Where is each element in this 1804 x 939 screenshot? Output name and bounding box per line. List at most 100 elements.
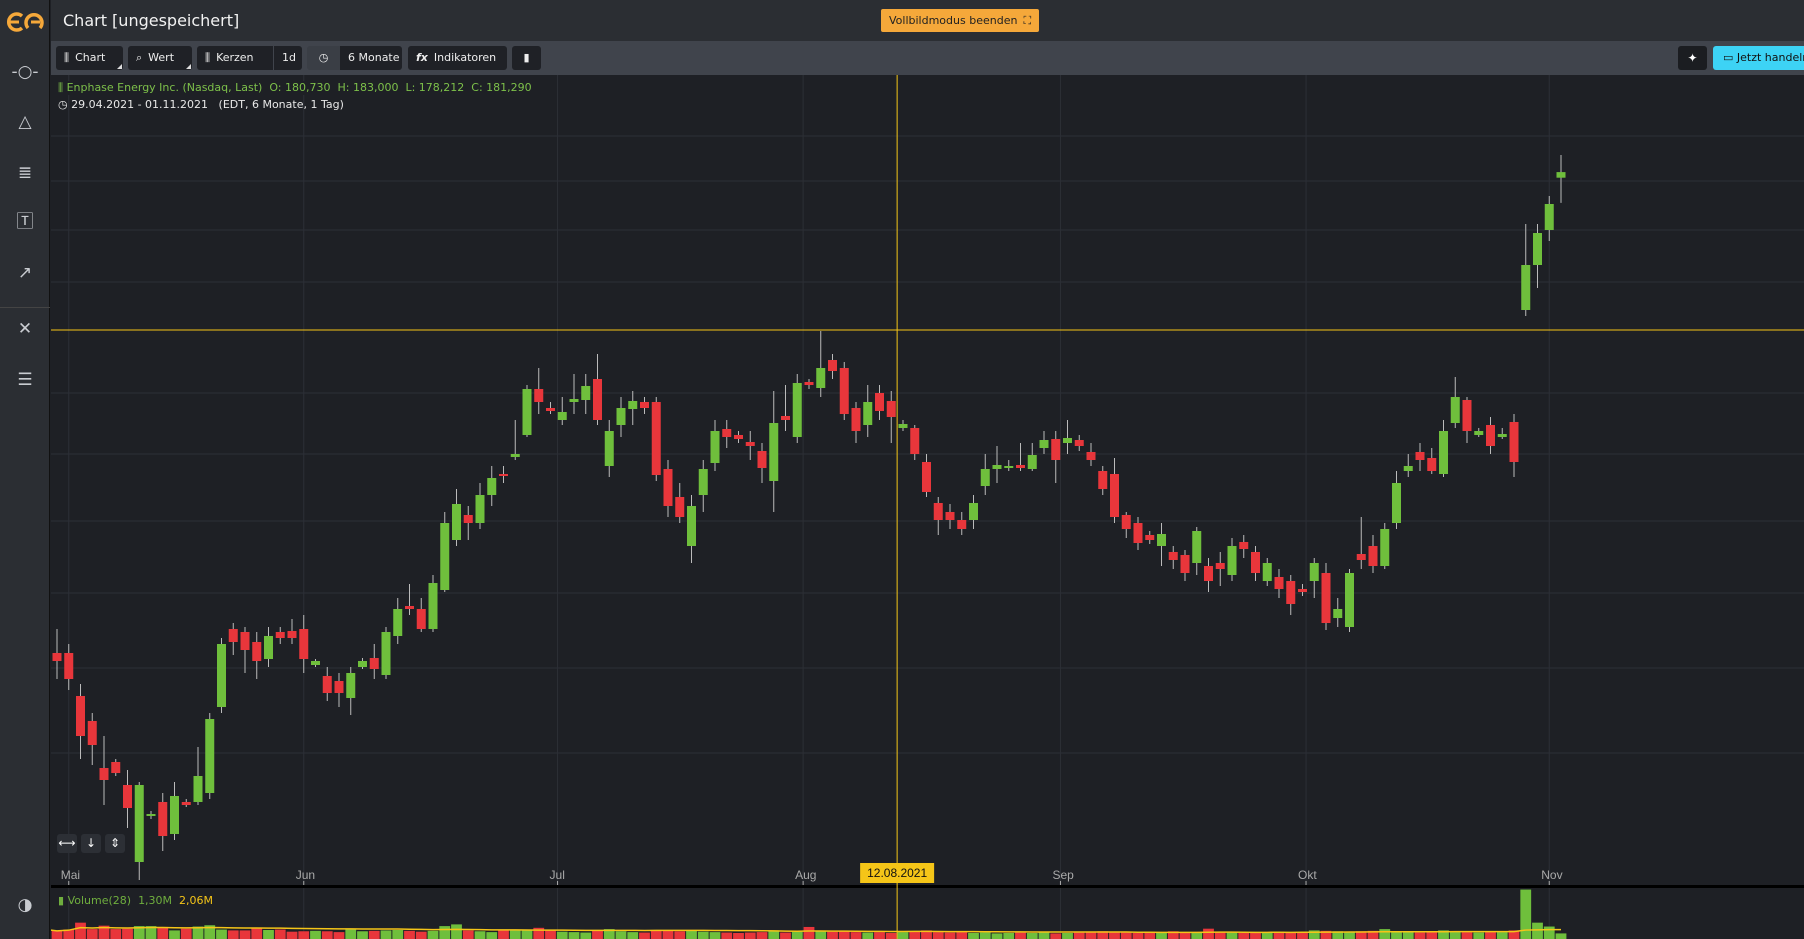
exit-fullscreen-button[interactable]: Vollbildmodus beenden⛶	[881, 9, 1039, 32]
candle	[405, 584, 414, 615]
candle-body	[946, 512, 955, 520]
candle	[1498, 428, 1507, 439]
volume-bar	[792, 932, 803, 939]
month-label-aug: Aug	[795, 868, 816, 882]
candle-body	[1016, 465, 1025, 468]
clock-icon[interactable]: ◷	[307, 46, 340, 70]
horizontal-line-tool-icon[interactable]: -○-	[0, 60, 50, 84]
window-title: Chart [ungespeichert]	[63, 11, 239, 30]
candle-body	[652, 402, 661, 475]
candle-body	[370, 658, 379, 669]
candle	[1239, 535, 1248, 558]
bookmark-icon: ▮	[523, 51, 529, 64]
bookmark-button[interactable]: ▮	[512, 46, 541, 70]
candle	[652, 397, 661, 481]
candle	[476, 483, 485, 529]
candle-body	[1134, 523, 1143, 543]
fit-horizontal-button[interactable]: ⟷	[57, 834, 77, 853]
candle-body	[981, 469, 990, 486]
trade-now-button[interactable]: ▭ Jetzt handeln	[1713, 46, 1804, 70]
candle	[135, 782, 144, 880]
volume-bar	[839, 931, 850, 939]
close-value: C: 181,290	[471, 81, 531, 94]
candle	[1110, 458, 1119, 523]
candles-button[interactable]: ⫼Kerzen	[197, 46, 273, 70]
candle	[711, 420, 720, 471]
candle-body	[1474, 431, 1483, 435]
interval-button[interactable]: 1d	[274, 46, 302, 70]
candle	[123, 770, 132, 828]
triangle-icon[interactable]: △	[0, 110, 50, 134]
candle-body	[1404, 466, 1413, 471]
volume-ma-value: 2,06M	[179, 894, 213, 907]
candle-body	[758, 451, 767, 468]
candle	[1451, 377, 1460, 428]
candle	[664, 460, 673, 517]
search-value-button[interactable]: ⌕ Wert	[128, 46, 192, 70]
candle-body	[1521, 265, 1530, 310]
candle	[382, 627, 391, 679]
volume-bar	[1520, 890, 1531, 939]
candle	[828, 354, 837, 379]
candle	[793, 374, 802, 443]
layers-icon[interactable]: ☰	[0, 368, 50, 392]
text-tool-icon[interactable]: 🅃	[0, 210, 50, 234]
candle-body	[288, 631, 297, 638]
price-chart[interactable]: MaiJunJulAugSepOktNov12.08.2021	[51, 75, 1804, 939]
candle	[687, 495, 696, 563]
chart-type-button[interactable]: ⫼Chart	[56, 46, 123, 70]
volume-bar	[557, 932, 568, 939]
candle-body	[88, 721, 97, 745]
volume-bar	[780, 933, 791, 939]
candle-body	[1439, 431, 1448, 474]
wert-label: Wert	[148, 51, 174, 64]
tools-icon[interactable]: ✕	[0, 317, 50, 341]
candle	[1122, 512, 1131, 538]
volume-bar	[616, 931, 627, 939]
fit-vertical-button[interactable]: ⇕	[105, 834, 125, 853]
candle	[816, 331, 825, 397]
candle-body	[123, 785, 132, 808]
candle	[499, 466, 508, 483]
volume-bar	[1133, 933, 1144, 939]
candle-body	[135, 785, 144, 862]
candle-body	[793, 383, 802, 437]
search-icon: ⌕	[136, 51, 142, 64]
fx-icon: fx	[416, 51, 428, 64]
candle	[158, 793, 167, 851]
candle-body	[1427, 458, 1436, 471]
scroll-to-latest-button[interactable]: ↓	[81, 834, 101, 853]
indicators-button[interactable]: fxIndikatoren	[408, 46, 507, 70]
candle	[617, 397, 626, 437]
candle	[147, 811, 156, 819]
candle-body	[299, 629, 308, 659]
candle-body	[264, 636, 273, 659]
candle-body	[1298, 589, 1307, 592]
annotation-arrow-icon[interactable]: ↗	[0, 261, 50, 285]
candle-body	[664, 469, 673, 506]
candle-body	[1463, 400, 1472, 431]
high-value: H: 183,000	[338, 81, 399, 94]
candle	[1216, 552, 1225, 586]
volume-bar	[1379, 929, 1390, 939]
ai-sparkle-button[interactable]: ✦	[1678, 46, 1707, 70]
contrast-icon[interactable]: ◑	[0, 893, 50, 917]
volume-bar	[169, 930, 180, 939]
range-button[interactable]: 6 Monate	[340, 46, 402, 70]
candle-body	[581, 386, 590, 400]
candle-body	[1263, 563, 1272, 581]
date-range: 29.04.2021 - 01.11.2021	[71, 98, 208, 111]
exit-fullscreen-label: Vollbildmodus beenden	[889, 9, 1017, 32]
fibonacci-tool-icon[interactable]: ≣	[0, 161, 50, 185]
candle	[558, 397, 567, 425]
candle-body	[1498, 434, 1507, 437]
volume-bar	[898, 932, 909, 939]
logo-icon[interactable]	[6, 10, 44, 34]
sparkle-icon: ✦	[1687, 51, 1697, 65]
candle-body	[1322, 573, 1331, 623]
month-label-mai: Mai	[61, 868, 80, 882]
candle-body	[276, 632, 285, 638]
candle-body	[910, 428, 919, 454]
volume-bar	[580, 933, 591, 939]
volume-bar	[1180, 932, 1191, 939]
